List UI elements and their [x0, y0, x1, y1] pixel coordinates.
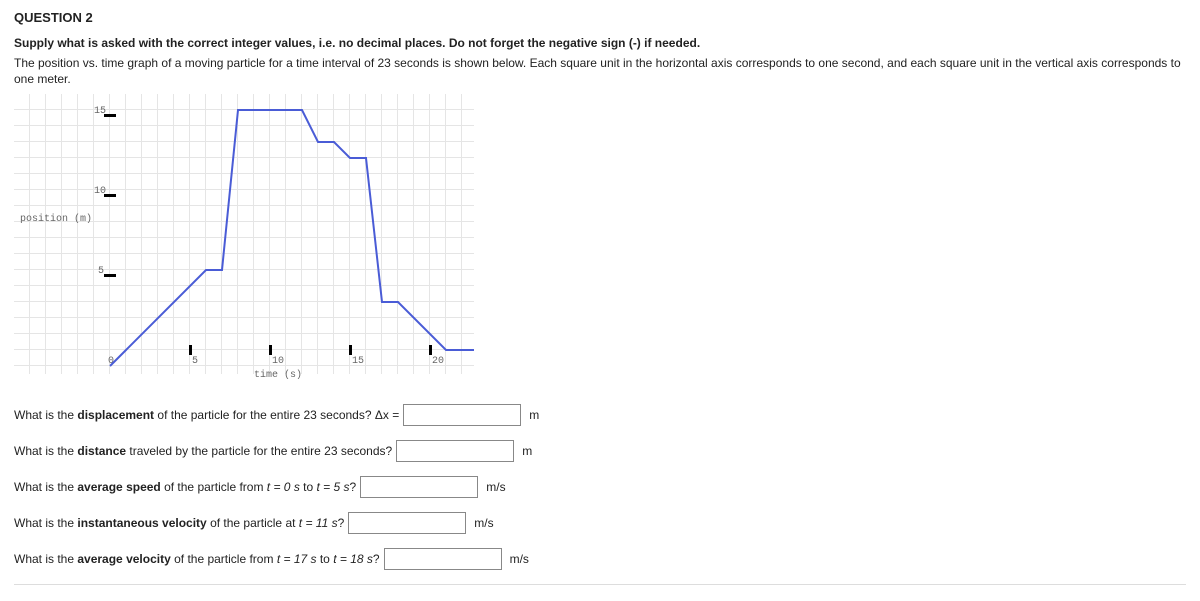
unit-m: m: [529, 408, 539, 422]
question-distance: What is the distance traveled by the par…: [14, 440, 1186, 462]
question-inst-velocity: What is the instantaneous velocity of th…: [14, 512, 1186, 534]
unit-ms: m/s: [486, 480, 505, 494]
unit-ms: m/s: [510, 552, 529, 566]
distance-input[interactable]: [396, 440, 514, 462]
chart-svg: [14, 94, 474, 374]
q2-text: What is the distance traveled by the par…: [14, 444, 392, 458]
position-time-chart: 15 10 5 position (m) 0 5 10 15 20 time (…: [14, 94, 474, 394]
q1-text: What is the displacement of the particle…: [14, 408, 399, 422]
instruction-body: The position vs. time graph of a moving …: [14, 55, 1186, 87]
avg-velocity-input[interactable]: [384, 548, 502, 570]
question-avg-speed: What is the average speed of the particl…: [14, 476, 1186, 498]
q5-text: What is the average velocity of the part…: [14, 552, 380, 566]
instruction-bold: Supply what is asked with the correct in…: [14, 35, 1186, 51]
question-displacement: What is the displacement of the particle…: [14, 404, 1186, 426]
displacement-input[interactable]: [403, 404, 521, 426]
divider: [14, 584, 1186, 585]
q3-text: What is the average speed of the particl…: [14, 480, 356, 494]
question-number: QUESTION 2: [14, 10, 1186, 25]
q4-text: What is the instantaneous velocity of th…: [14, 516, 344, 530]
avg-speed-input[interactable]: [360, 476, 478, 498]
unit-m: m: [522, 444, 532, 458]
unit-ms: m/s: [474, 516, 493, 530]
inst-velocity-input[interactable]: [348, 512, 466, 534]
question-avg-velocity: What is the average velocity of the part…: [14, 548, 1186, 570]
series-line: [110, 110, 474, 366]
